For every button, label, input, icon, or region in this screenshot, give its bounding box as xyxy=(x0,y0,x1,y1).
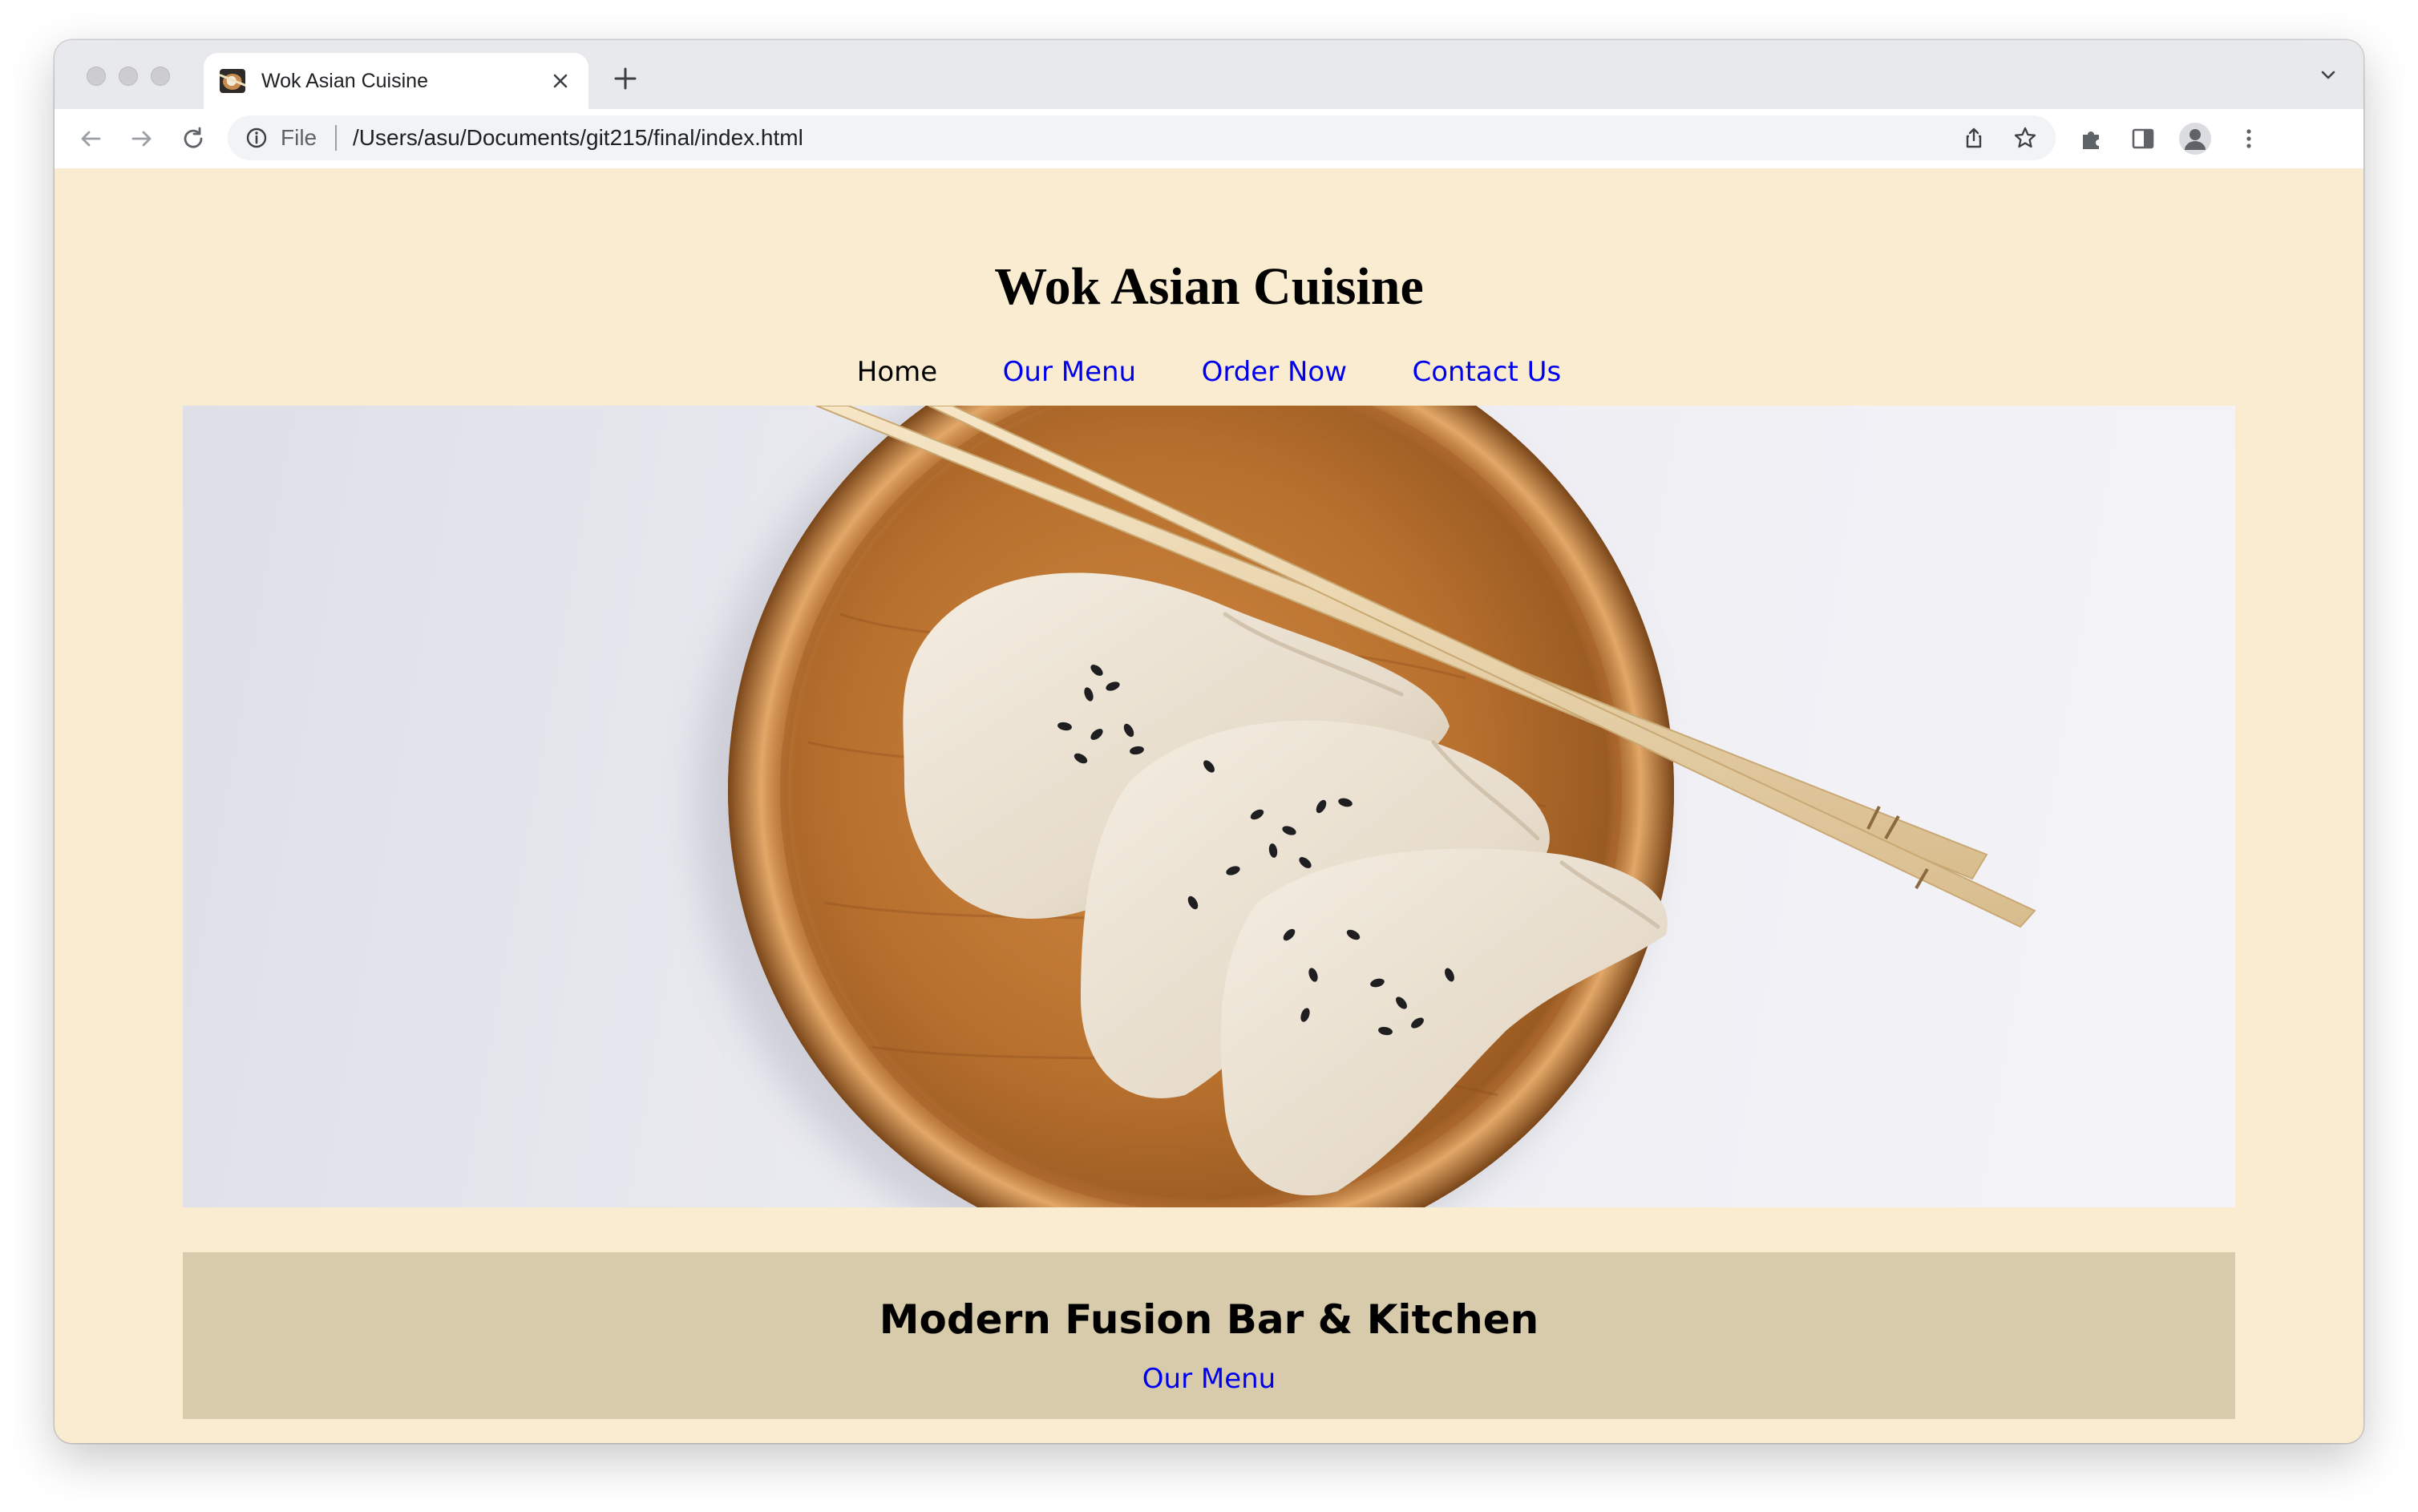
close-icon[interactable] xyxy=(547,67,574,95)
main-nav: Home Our Menu Order Now Contact Us xyxy=(55,356,2363,388)
favicon-icon xyxy=(220,69,245,93)
address-url[interactable]: /Users/asu/Documents/git215/final/index.… xyxy=(353,125,803,151)
site-title: Wok Asian Cuisine xyxy=(994,257,1424,316)
address-scheme: File xyxy=(281,125,317,150)
page-content: Wok Asian Cuisine Home Our Menu Order No… xyxy=(55,168,2363,1443)
plus-icon[interactable] xyxy=(608,61,643,96)
window-close-dot[interactable] xyxy=(87,67,106,86)
caption-title: Modern Fusion Bar & Kitchen xyxy=(879,1296,1539,1343)
hero-caption: Modern Fusion Bar & Kitchen Our Menu xyxy=(183,1252,2235,1419)
extensions-icon[interactable] xyxy=(2076,123,2107,154)
hero-image xyxy=(183,406,2235,1207)
nav-our-menu[interactable]: Our Menu xyxy=(1003,356,1136,388)
side-panel-icon[interactable] xyxy=(2128,123,2158,154)
info-icon[interactable] xyxy=(244,125,269,151)
nav-order-now[interactable]: Order Now xyxy=(1202,356,1347,388)
caption-menu-link[interactable]: Our Menu xyxy=(183,1363,2235,1395)
window-minimize-dot[interactable] xyxy=(119,67,138,86)
menu-icon[interactable] xyxy=(2234,123,2264,154)
forward-icon[interactable] xyxy=(127,123,157,154)
share-icon[interactable] xyxy=(1961,125,1987,151)
address-divider xyxy=(335,125,337,151)
active-tab[interactable]: Wok Asian Cuisine xyxy=(204,53,588,109)
reload-icon[interactable] xyxy=(178,123,208,154)
window-zoom-dot[interactable] xyxy=(151,67,170,86)
back-icon[interactable] xyxy=(75,123,106,154)
browser-window: Wok Asian Cuisine File /Users/asu/Docume… xyxy=(55,40,2363,1443)
browser-toolbar: File /Users/asu/Documents/git215/final/i… xyxy=(55,109,2363,169)
tab-strip: Wok Asian Cuisine xyxy=(55,40,2363,109)
profile-icon[interactable] xyxy=(2179,123,2211,155)
address-bar[interactable]: File /Users/asu/Documents/git215/final/i… xyxy=(228,115,2056,160)
nav-home[interactable]: Home xyxy=(857,356,937,388)
tab-title: Wok Asian Cuisine xyxy=(261,70,428,92)
chevron-down-icon[interactable] xyxy=(2315,63,2341,88)
nav-contact-us[interactable]: Contact Us xyxy=(1413,356,1562,388)
star-icon[interactable] xyxy=(2012,125,2038,151)
